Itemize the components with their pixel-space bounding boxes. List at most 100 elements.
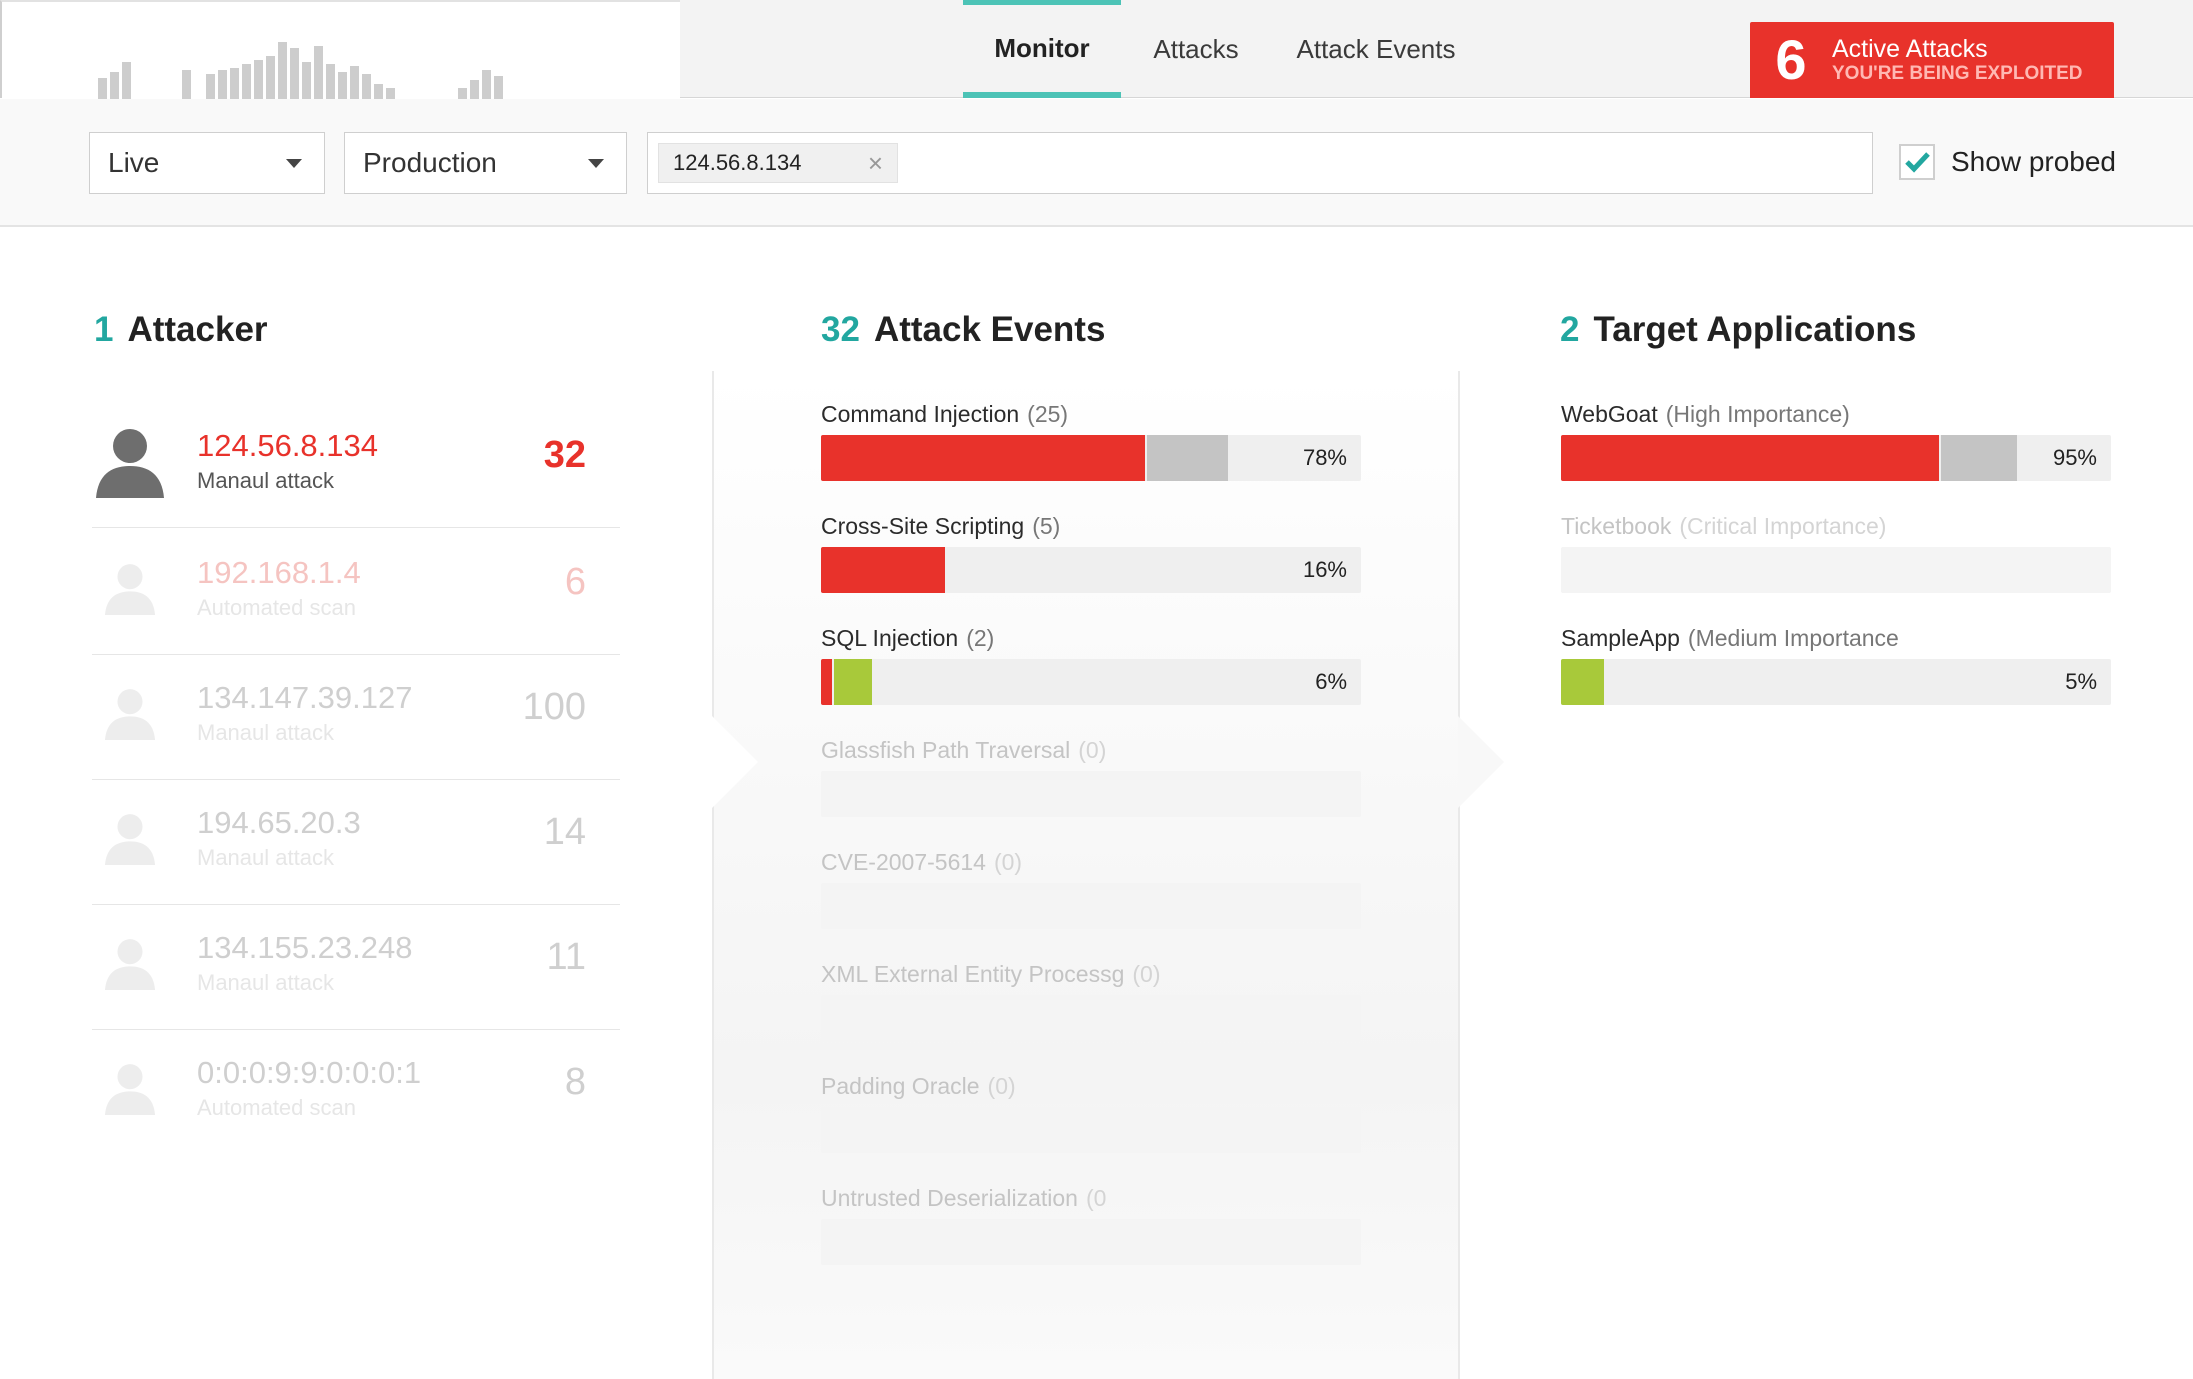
bar-segment-gray	[1941, 435, 2017, 481]
events-count: 32	[821, 310, 860, 349]
bar-segment-red	[821, 547, 946, 593]
close-icon[interactable]: ×	[868, 148, 883, 179]
top-bar: Monitor Attacks Attack Events 6 Active A…	[0, 0, 2193, 100]
targets-title: Target Applications	[1593, 310, 1917, 349]
attack-event-title: CVE-2007-5614 (0)	[821, 849, 1361, 883]
attack-event-title: Cross-Site Scripting (5)	[821, 513, 1361, 547]
attacker-event-count: 8	[564, 1061, 586, 1103]
activity-bar	[494, 76, 503, 100]
attackers-heading: 1 Attacker	[94, 310, 268, 350]
attack-event-title: Command Injection (25)	[821, 401, 1361, 435]
events-title: Attack Events	[873, 310, 1106, 349]
attacker-row[interactable]: 134.147.39.127 Manaul attack 100	[92, 656, 620, 780]
tab-attacks[interactable]: Attacks	[1136, 0, 1256, 98]
attack-event-name: Cross-Site Scripting	[821, 513, 1025, 539]
target-application[interactable]: Ticketbook (Critical Importance)	[1561, 513, 2111, 593]
attack-event[interactable]: SQL Injection (2) 6%	[821, 625, 1361, 705]
bar-segment-green	[1561, 659, 1605, 705]
target-application[interactable]: WebGoat (High Importance) 95%	[1561, 401, 2111, 481]
attack-event-name: Padding Oracle	[821, 1073, 980, 1099]
attack-event-bar: 6%	[821, 659, 1361, 705]
attackers-title: Attacker	[127, 310, 268, 349]
attack-event-title: XML External Entity Processg (0)	[821, 961, 1361, 995]
attack-event[interactable]: Command Injection (25) 78%	[821, 401, 1361, 481]
attack-event-bar	[821, 883, 1361, 929]
attacker-row[interactable]: 124.56.8.134 Manaul attack 32	[92, 404, 620, 528]
attacker-ip: 134.155.23.248	[197, 930, 413, 965]
attacker-ip: 194.65.20.3	[197, 805, 361, 840]
activity-bar	[206, 74, 215, 100]
attacker-row[interactable]: 192.168.1.4 Automated scan 6	[92, 531, 620, 655]
activity-bar	[242, 64, 251, 100]
bar-segment-green	[833, 659, 872, 705]
activity-bar	[266, 56, 275, 100]
attack-event-title: Untrusted Deserialization (0	[821, 1185, 1361, 1219]
mode-select[interactable]: Live	[89, 132, 325, 194]
target-application-detail: (High Importance)	[1665, 401, 1850, 427]
attack-event[interactable]: XML External Entity Processg (0)	[821, 961, 1361, 1041]
active-attacks-title: Active Attacks	[1832, 35, 1988, 63]
filter-tag-input[interactable]: 124.56.8.134 ×	[647, 132, 1873, 194]
activity-bar	[338, 72, 347, 100]
attack-event[interactable]: Cross-Site Scripting (5) 16%	[821, 513, 1361, 593]
chevron-down-icon	[588, 159, 604, 168]
activity-bar	[230, 68, 239, 100]
target-application-bar: 95%	[1561, 435, 2111, 481]
attacker-kind: Manaul attack	[197, 970, 334, 995]
tab-monitor[interactable]: Monitor	[963, 0, 1121, 98]
filter-tag-label: 124.56.8.134	[673, 150, 802, 175]
attack-event-name: Command Injection	[821, 401, 1020, 427]
activity-bar	[374, 84, 383, 100]
attacker-ip: 0:0:0:9:9:0:0:0:1	[197, 1055, 422, 1090]
bar-segment-red	[821, 659, 832, 705]
target-application[interactable]: SampleApp (Medium Importance 5%	[1561, 625, 2111, 705]
targets-heading: 2 Target Applications	[1560, 310, 1916, 350]
target-application-percent: 95%	[2052, 445, 2097, 470]
attacker-event-count: 32	[543, 434, 586, 476]
attacker-row[interactable]: 134.155.23.248 Manaul attack 11	[92, 906, 620, 1030]
activity-bar	[98, 78, 107, 100]
active-attacks-button[interactable]: 6 Active Attacks YOU'RE BEING EXPLOITED	[1750, 22, 2114, 98]
attack-event-title: Glassfish Path Traversal (0)	[821, 737, 1361, 771]
activity-bar	[278, 42, 287, 100]
attacker-row[interactable]: 194.65.20.3 Manaul attack 14	[92, 781, 620, 905]
show-probed-checkbox[interactable]	[1899, 144, 1935, 180]
user-avatar-icon	[92, 674, 168, 750]
environment-select[interactable]: Production	[344, 132, 627, 194]
attack-event-detail: (0)	[987, 1073, 1016, 1099]
tab-attack-events[interactable]: Attack Events	[1280, 0, 1472, 98]
activity-bar	[110, 72, 119, 100]
targets-count: 2	[1560, 310, 1580, 349]
attacker-ip: 134.147.39.127	[197, 680, 413, 715]
check-icon	[1905, 152, 1930, 173]
activity-bar	[302, 62, 311, 100]
target-application-name: SampleApp	[1561, 625, 1680, 651]
attacker-kind: Manaul attack	[197, 720, 334, 745]
bar-segment-red	[821, 435, 1145, 481]
attack-event-name: Glassfish Path Traversal	[821, 737, 1071, 763]
activity-bar	[482, 70, 491, 100]
attack-event-detail: (0)	[1078, 737, 1107, 763]
active-attacks-count: 6	[1775, 28, 1807, 91]
attack-event-name: CVE-2007-5614	[821, 849, 986, 875]
activity-bar	[218, 70, 227, 100]
attack-event[interactable]: Glassfish Path Traversal (0)	[821, 737, 1361, 817]
attack-event[interactable]: CVE-2007-5614 (0)	[821, 849, 1361, 929]
attack-event-bar	[821, 1107, 1361, 1153]
target-application-bar	[1561, 547, 2111, 593]
user-avatar-icon	[92, 924, 168, 1000]
attacker-kind: Manaul attack	[197, 468, 334, 493]
attack-event-detail: (5)	[1032, 513, 1061, 539]
attack-event[interactable]: Padding Oracle (0)	[821, 1073, 1361, 1153]
target-application-name: WebGoat	[1561, 401, 1658, 427]
target-application-name: Ticketbook	[1561, 513, 1672, 539]
target-application-title: Ticketbook (Critical Importance)	[1561, 513, 2111, 547]
attacker-event-count: 14	[543, 811, 586, 853]
target-application-detail: (Medium Importance	[1687, 625, 1899, 651]
attack-event-title: SQL Injection (2)	[821, 625, 1361, 659]
filter-tag: 124.56.8.134 ×	[658, 143, 898, 183]
attack-event[interactable]: Untrusted Deserialization (0	[821, 1185, 1361, 1265]
attack-event-bar	[821, 771, 1361, 817]
show-probed-label[interactable]: Show probed	[1951, 144, 2116, 180]
attacker-row[interactable]: 0:0:0:9:9:0:0:0:1 Automated scan 8	[92, 1031, 620, 1155]
